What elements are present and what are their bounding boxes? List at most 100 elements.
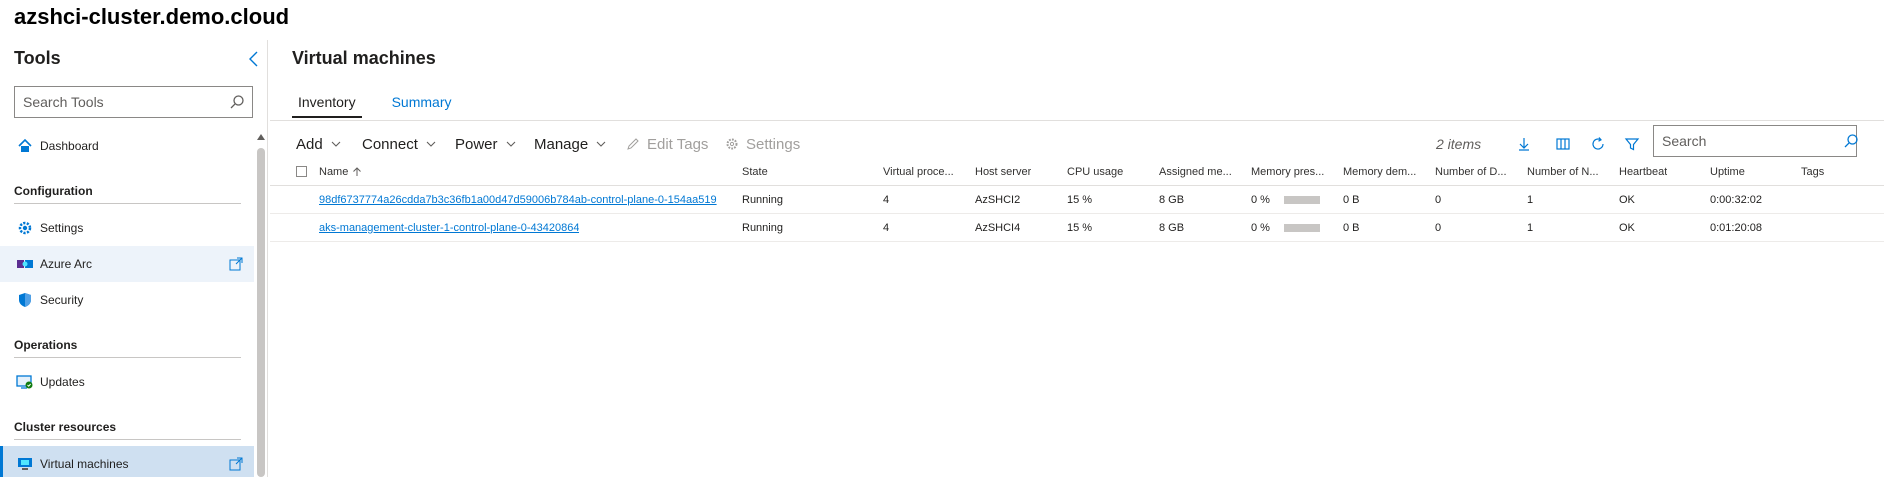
page-title: Virtual machines <box>292 48 436 68</box>
gear-icon <box>724 136 740 152</box>
table-row[interactable]: 98df6737774a26cdda7b3c36fb1a00d47d59006b… <box>270 186 1884 214</box>
power-label: Power <box>455 135 498 153</box>
sidebar-group-configuration: Configuration <box>0 164 254 204</box>
scroll-up-arrow-icon[interactable] <box>257 134 265 140</box>
grid-search-box <box>1653 125 1859 157</box>
tab-inventory[interactable]: Inventory <box>292 92 362 118</box>
tools-sidebar: Tools Dashboard Configuration Settings <box>0 40 268 477</box>
app-title: azshci-cluster.demo.cloud <box>14 4 290 29</box>
settings-label: Settings <box>746 135 801 153</box>
tools-nav: Dashboard Configuration Settings Azure A… <box>0 128 254 477</box>
shield-icon <box>16 291 34 309</box>
vm-memory-demand: 0 B <box>1343 193 1360 206</box>
download-icon[interactable] <box>1514 134 1534 154</box>
select-all-checkbox[interactable] <box>296 166 307 177</box>
column-header-heartbeat[interactable]: Heartbeat <box>1619 158 1667 185</box>
items-count: 2 items <box>1436 136 1482 152</box>
table-header: Name State Virtual proce... Host server … <box>270 158 1884 186</box>
scroll-thumb[interactable] <box>257 148 265 477</box>
vm-number-of-disks: 0 <box>1435 221 1442 234</box>
tab-summary[interactable]: Summary <box>386 92 458 118</box>
collapse-sidebar-icon[interactable] <box>246 50 262 68</box>
column-header-name[interactable]: Name <box>319 158 362 185</box>
column-header-state[interactable]: State <box>742 158 768 185</box>
home-icon <box>16 137 34 155</box>
column-header-number-of-nics[interactable]: Number of N... <box>1527 158 1599 185</box>
vm-virtual-processors: 4 <box>883 193 890 206</box>
sidebar-item-updates[interactable]: Updates <box>0 364 254 400</box>
edit-tags-label: Edit Tags <box>647 135 709 153</box>
vm-table: Name State Virtual proce... Host server … <box>270 158 1884 242</box>
vm-heartbeat: OK <box>1619 193 1635 206</box>
vm-name-link[interactable]: 98df6737774a26cdda7b3c36fb1a00d47d59006b… <box>319 186 717 213</box>
sidebar-group-cluster-resources: Cluster resources <box>0 400 254 440</box>
open-external-icon[interactable] <box>228 456 244 472</box>
memory-pressure-value: 0 % <box>1251 193 1270 206</box>
memory-pressure-value: 0 % <box>1251 221 1270 234</box>
add-label: Add <box>296 135 323 153</box>
columns-icon[interactable] <box>1553 134 1573 154</box>
column-header-tags[interactable]: Tags <box>1801 158 1824 185</box>
chevron-down-icon <box>331 141 341 147</box>
sidebar-item-dashboard[interactable]: Dashboard <box>0 128 254 164</box>
sidebar-group-operations: Operations <box>0 318 254 358</box>
chevron-down-icon <box>426 141 436 147</box>
vm-assigned-memory: 8 GB <box>1159 221 1185 234</box>
column-header-host-server[interactable]: Host server <box>975 158 1031 185</box>
column-header-uptime[interactable]: Uptime <box>1710 158 1745 185</box>
column-header-memory-pressure[interactable]: Memory pres... <box>1251 158 1324 185</box>
connect-label: Connect <box>362 135 418 153</box>
sidebar-item-settings[interactable]: Settings <box>0 210 254 246</box>
filter-icon[interactable] <box>1622 134 1642 154</box>
sidebar-item-security[interactable]: Security <box>0 282 254 318</box>
sidebar-item-label: Dashboard <box>40 139 99 153</box>
pencil-icon <box>625 136 641 152</box>
sidebar-scrollbar[interactable] <box>256 134 266 477</box>
sidebar-item-label: Azure Arc <box>40 257 93 271</box>
column-header-number-of-disks[interactable]: Number of D... <box>1435 158 1507 185</box>
vm-memory-pressure: 0 % <box>1251 186 1320 213</box>
search-icon[interactable] <box>222 87 252 117</box>
tools-header: Tools <box>14 48 61 68</box>
table-row[interactable]: aks-management-cluster-1-control-plane-0… <box>270 214 1884 242</box>
vm-state: Running <box>742 193 783 206</box>
vm-uptime: 0:00:32:02 <box>1710 193 1762 206</box>
grid-search-input[interactable] <box>1654 126 1843 156</box>
memory-pressure-bar <box>1283 195 1320 204</box>
vm-number-of-nics: 1 <box>1527 193 1534 206</box>
sidebar-item-label: Security <box>40 293 84 307</box>
refresh-icon[interactable] <box>1588 134 1608 154</box>
memory-pressure-bar <box>1283 223 1320 232</box>
vm-virtual-processors: 4 <box>883 221 890 234</box>
vm-cpu-usage: 15 % <box>1067 221 1093 234</box>
search-tools-box <box>14 86 253 118</box>
sidebar-item-label: Virtual machines <box>40 457 129 471</box>
open-external-icon[interactable] <box>228 256 244 272</box>
tabs: Inventory Summary <box>292 92 482 118</box>
vm-name-link[interactable]: aks-management-cluster-1-control-plane-0… <box>319 214 579 241</box>
updates-icon <box>16 373 34 391</box>
vm-number-of-disks: 0 <box>1435 193 1442 206</box>
chevron-down-icon <box>506 141 515 147</box>
vm-memory-demand: 0 B <box>1343 221 1360 234</box>
manage-label: Manage <box>534 135 589 153</box>
sidebar-item-azure-arc[interactable]: Azure Arc <box>0 246 254 282</box>
vm-state: Running <box>742 221 783 234</box>
vm-cpu-usage: 15 % <box>1067 193 1093 206</box>
column-header-memory-demand[interactable]: Memory dem... <box>1343 158 1416 185</box>
azure-arc-icon <box>16 255 34 273</box>
search-tools-input[interactable] <box>15 87 222 117</box>
main-panel: Virtual machines Inventory Summary Add C… <box>270 40 1884 477</box>
column-header-virtual-processors[interactable]: Virtual proce... <box>883 158 954 185</box>
column-header-assigned-memory[interactable]: Assigned me... <box>1159 158 1232 185</box>
search-icon[interactable] <box>1843 126 1859 156</box>
sidebar-item-virtual-machines[interactable]: Virtual machines <box>0 446 254 477</box>
sidebar-item-label: Updates <box>40 375 85 389</box>
vm-number-of-nics: 1 <box>1527 221 1534 234</box>
vm-memory-pressure: 0 % <box>1251 214 1320 241</box>
column-header-cpu-usage[interactable]: CPU usage <box>1067 158 1123 185</box>
vm-icon <box>16 455 34 473</box>
tabs-divider <box>270 120 1884 121</box>
vm-uptime: 0:01:20:08 <box>1710 221 1762 234</box>
vm-assigned-memory: 8 GB <box>1159 193 1185 206</box>
